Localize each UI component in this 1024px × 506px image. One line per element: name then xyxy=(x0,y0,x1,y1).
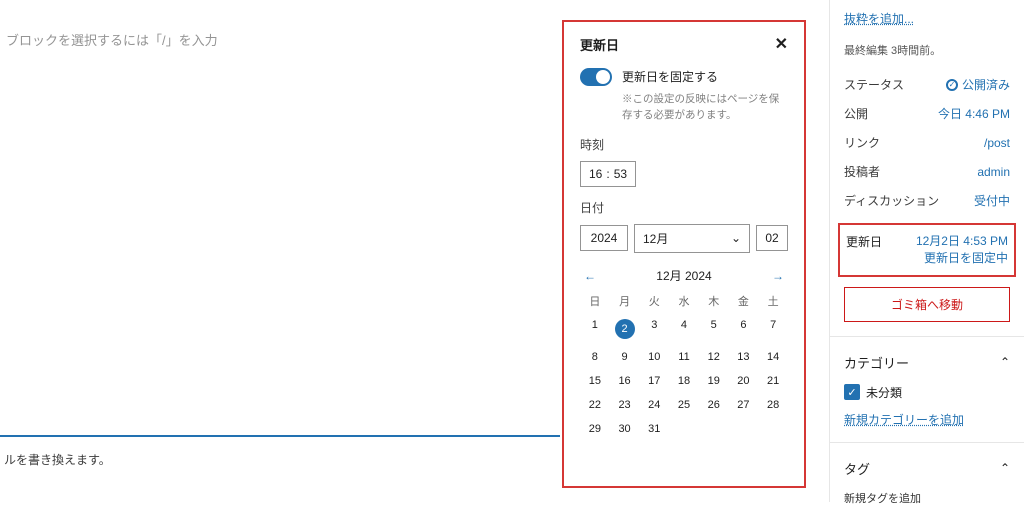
calendar-day xyxy=(729,421,759,437)
update-date-popover: 更新日 ✕ 更新日を固定する ※この設定の反映にはページを保存する必要があります… xyxy=(562,20,806,488)
update-date-value: 12月2日 4:53 PM xyxy=(916,233,1008,250)
calendar-day[interactable]: 9 xyxy=(610,349,640,365)
calendar-day[interactable]: 4 xyxy=(669,317,699,341)
calendar-day[interactable]: 31 xyxy=(639,421,669,437)
calendar-day[interactable]: 8 xyxy=(580,349,610,365)
chevron-up-icon: ⌃ xyxy=(1000,461,1010,475)
update-date-row[interactable]: 更新日 12月2日 4:53 PM 更新日を固定中 xyxy=(838,223,1016,277)
calendar-day[interactable]: 29 xyxy=(580,421,610,437)
fix-update-date-toggle[interactable] xyxy=(580,68,612,86)
calendar-day[interactable]: 21 xyxy=(758,373,788,389)
calendar-dow: 木 xyxy=(699,293,729,309)
calendar-dow: 水 xyxy=(669,293,699,309)
calendar-day[interactable]: 30 xyxy=(610,421,640,437)
calendar-dow: 土 xyxy=(758,293,788,309)
calendar-day[interactable]: 19 xyxy=(699,373,729,389)
time-minute-input[interactable]: 53 xyxy=(614,167,627,181)
calendar-next-icon[interactable]: → xyxy=(768,267,788,285)
settings-sidebar: 抜粋を追加... 最終編集 3時間前。 ステータス ✓ 公開済み 公開 今日 4… xyxy=(829,0,1024,502)
publish-date-button[interactable]: 今日 4:46 PM xyxy=(938,105,1010,122)
calendar-day[interactable]: 18 xyxy=(669,373,699,389)
author-button[interactable]: admin xyxy=(977,165,1010,179)
publish-label: 公開 xyxy=(844,105,868,122)
calendar-day[interactable]: 20 xyxy=(729,373,759,389)
calendar-day[interactable]: 2 xyxy=(610,317,640,341)
calendar-day xyxy=(758,421,788,437)
status-button[interactable]: ✓ 公開済み xyxy=(946,76,1010,93)
calendar-day[interactable]: 15 xyxy=(580,373,610,389)
calendar-day[interactable]: 22 xyxy=(580,397,610,413)
calendar-dow: 月 xyxy=(610,293,640,309)
permalink-button[interactable]: /post xyxy=(984,136,1010,150)
calendar-day[interactable]: 14 xyxy=(758,349,788,365)
block-placeholder[interactable]: ブロックを選択するには「/」を入力 xyxy=(0,30,560,49)
editor-canvas[interactable]: ブロックを選択するには「/」を入力 xyxy=(0,20,560,49)
move-to-trash-button[interactable]: ゴミ箱へ移動 xyxy=(844,287,1010,322)
toggle-note: ※この設定の反映にはページを保存する必要があります。 xyxy=(622,92,788,124)
time-separator: : xyxy=(606,167,609,181)
add-excerpt-link[interactable]: 抜粋を追加... xyxy=(844,12,914,26)
category-checkbox[interactable]: ✓ xyxy=(844,384,860,400)
calendar-day[interactable]: 27 xyxy=(729,397,759,413)
time-field[interactable]: 16 : 53 xyxy=(580,161,636,187)
calendar-day xyxy=(669,421,699,437)
published-icon: ✓ xyxy=(946,79,958,91)
calendar-grid: 日月火水木金土123456789101112131415161718192021… xyxy=(580,293,788,437)
calendar-day[interactable]: 3 xyxy=(639,317,669,341)
calendar-day[interactable]: 25 xyxy=(669,397,699,413)
calendar-day[interactable]: 26 xyxy=(699,397,729,413)
calendar-day[interactable]: 11 xyxy=(669,349,699,365)
popover-title: 更新日 xyxy=(580,35,619,54)
calendar-day[interactable]: 13 xyxy=(729,349,759,365)
discussion-button[interactable]: 受付中 xyxy=(974,192,1010,209)
time-hour-input[interactable]: 16 xyxy=(589,167,602,181)
calendar-day[interactable]: 17 xyxy=(639,373,669,389)
calendar-dow: 金 xyxy=(729,293,759,309)
calendar-prev-icon[interactable]: ← xyxy=(580,267,600,285)
status-label: ステータス xyxy=(844,76,904,93)
permalink-hint: ルを書き換えます。 xyxy=(0,435,560,468)
calendar-day[interactable]: 23 xyxy=(610,397,640,413)
add-tag-label: 新規タグを追加 xyxy=(844,493,921,505)
chevron-up-icon: ⌃ xyxy=(1000,355,1010,369)
categories-panel-toggle[interactable]: カテゴリー ⌃ xyxy=(830,341,1024,384)
month-select[interactable]: 12月 ⌄ xyxy=(634,224,750,253)
date-label: 日付 xyxy=(580,199,788,216)
calendar-day[interactable]: 12 xyxy=(699,349,729,365)
chevron-down-icon: ⌄ xyxy=(731,231,741,245)
author-label: 投稿者 xyxy=(844,163,880,180)
day-input[interactable]: 02 xyxy=(756,225,788,251)
update-date-label: 更新日 xyxy=(846,233,882,267)
calendar-dow: 日 xyxy=(580,293,610,309)
calendar-title: 12月 2024 xyxy=(656,267,711,284)
calendar-day[interactable]: 6 xyxy=(729,317,759,341)
tags-panel-toggle[interactable]: タグ ⌃ xyxy=(830,447,1024,490)
calendar-day xyxy=(699,421,729,437)
calendar-day[interactable]: 10 xyxy=(639,349,669,365)
calendar-day[interactable]: 5 xyxy=(699,317,729,341)
calendar-day[interactable]: 28 xyxy=(758,397,788,413)
discussion-label: ディスカッション xyxy=(844,192,939,209)
calendar-day[interactable]: 7 xyxy=(758,317,788,341)
close-icon[interactable]: ✕ xyxy=(775,34,788,54)
calendar-dow: 火 xyxy=(639,293,669,309)
year-input[interactable]: 2024 xyxy=(580,225,628,251)
category-item-label: 未分類 xyxy=(866,384,902,401)
calendar-day[interactable]: 1 xyxy=(580,317,610,341)
time-label: 時刻 xyxy=(580,136,788,153)
calendar-day[interactable]: 16 xyxy=(610,373,640,389)
add-category-link[interactable]: 新規カテゴリーを追加 xyxy=(844,413,964,427)
link-label: リンク xyxy=(844,134,880,151)
update-date-fixed-badge: 更新日を固定中 xyxy=(916,250,1008,267)
fix-update-date-label: 更新日を固定する xyxy=(622,68,718,85)
calendar-day[interactable]: 24 xyxy=(639,397,669,413)
last-edited-text: 最終編集 3時間前。 xyxy=(844,42,1010,58)
